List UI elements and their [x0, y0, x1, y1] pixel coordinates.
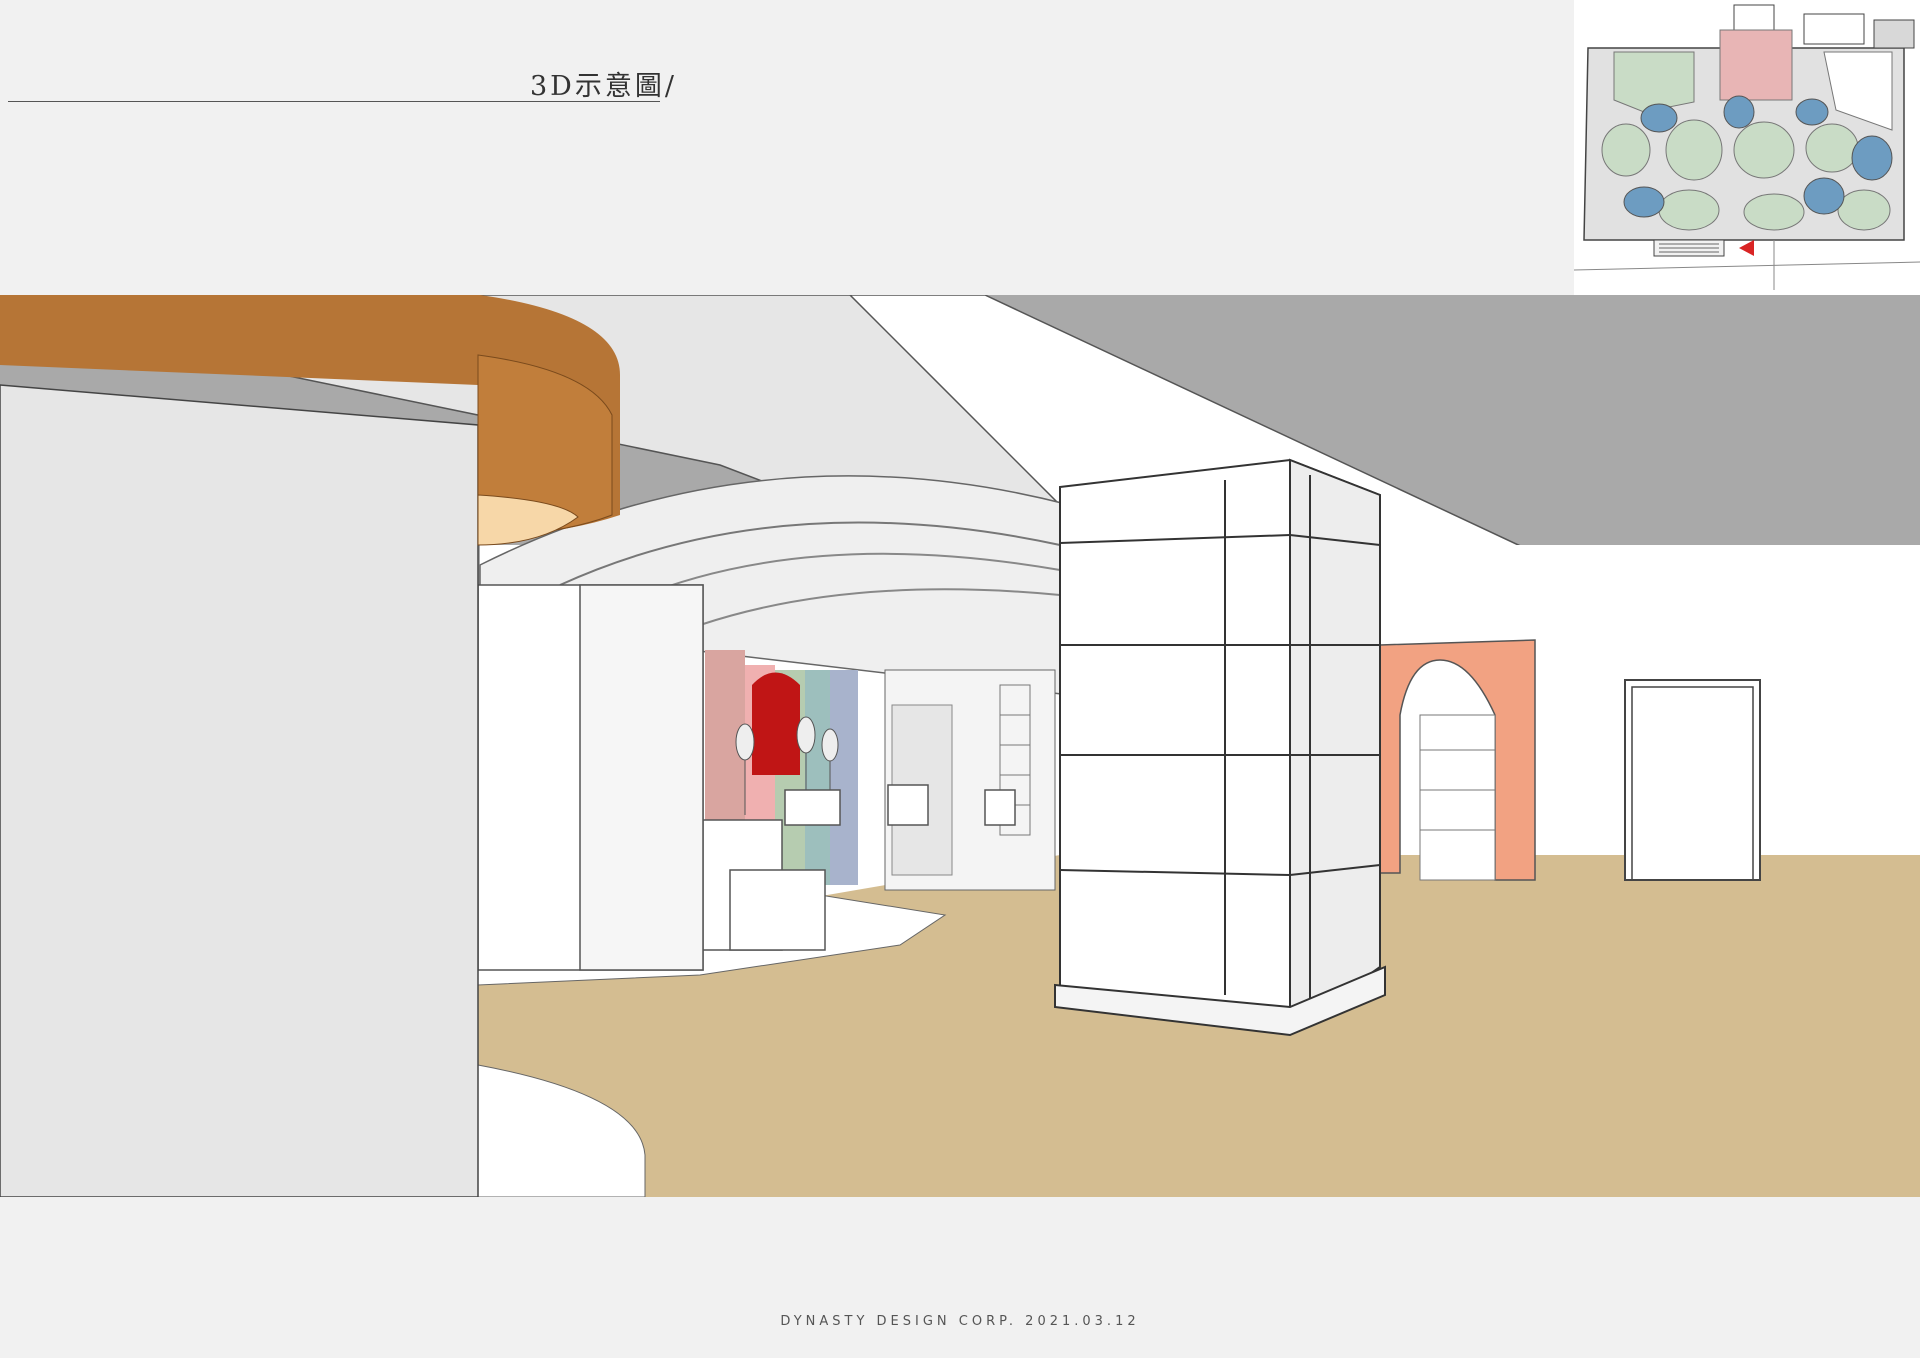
title-underline — [8, 101, 660, 102]
interior-3d-render — [0, 295, 1920, 1197]
footer-credit: DYNASTY DESIGN CORP. 2021.03.12 — [780, 1314, 1140, 1329]
floor-plan-thumbnail — [1574, 0, 1920, 295]
page-title: 3D示意圖/ — [530, 71, 677, 102]
render-drawing — [0, 295, 1920, 1197]
floor-plan-drawing — [1574, 0, 1920, 295]
